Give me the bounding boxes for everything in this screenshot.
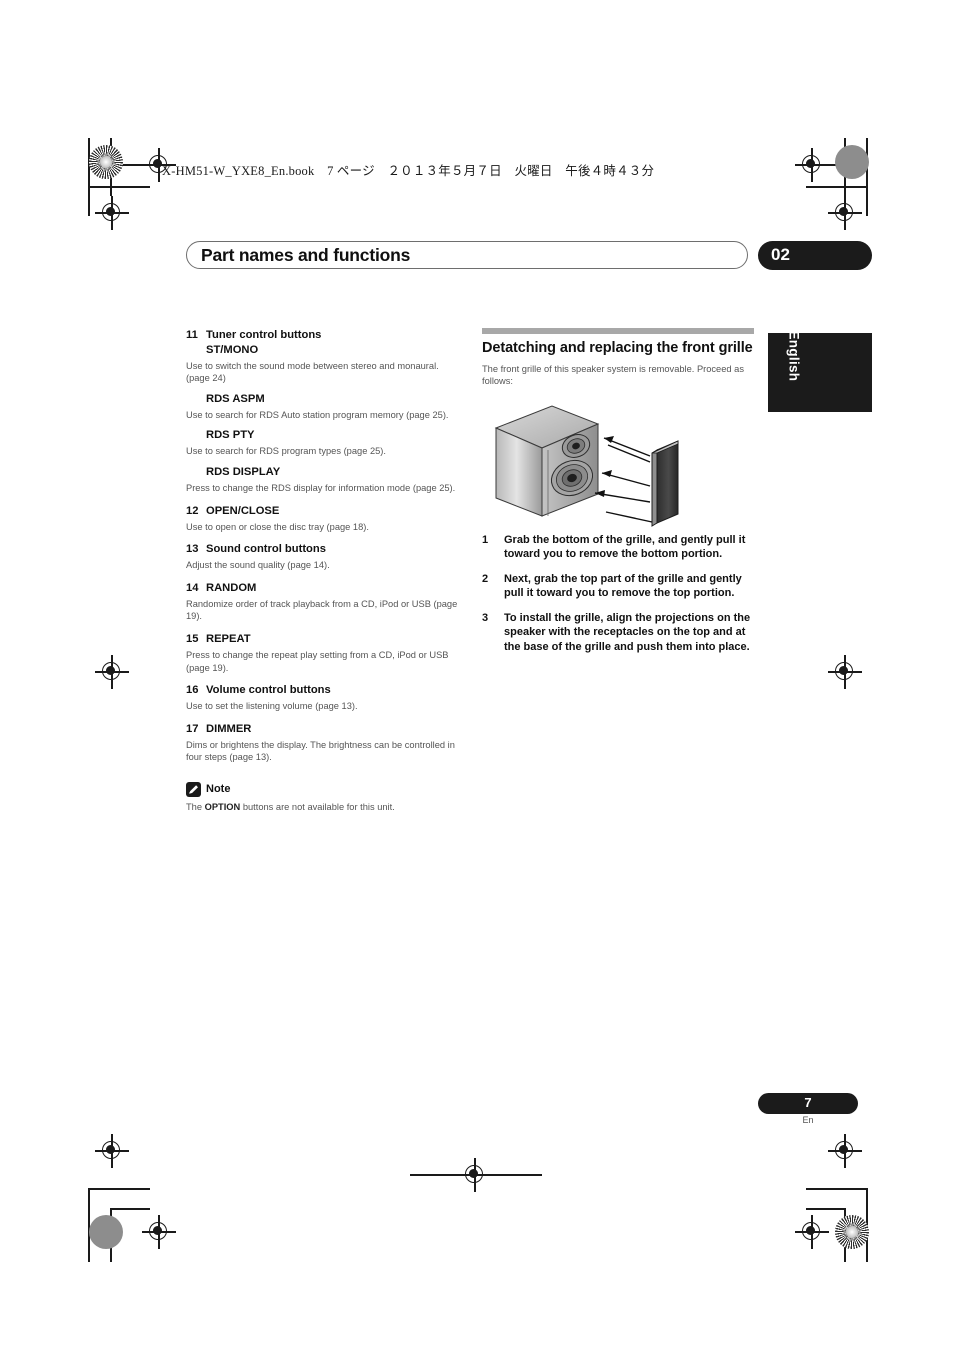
item-title: Volume control buttons: [206, 684, 331, 697]
item-heading: 13 Sound control buttons: [186, 542, 458, 557]
item-subheading: ST/MONO: [206, 343, 259, 356]
page-number-badge: 7: [758, 1093, 858, 1114]
note-block-header: Note: [186, 781, 458, 797]
note-text-after: buttons are not available for this unit.: [240, 801, 395, 812]
density-dot-target: [89, 1215, 123, 1249]
registration-mark: [95, 1134, 129, 1168]
item-body: Randomize order of track playback from a…: [186, 598, 458, 622]
item-subheading: RDS ASPM: [206, 392, 265, 405]
step-text: Next, grab the top part of the grille an…: [504, 572, 742, 600]
item-body: Use to search for RDS Auto station progr…: [186, 409, 449, 420]
item-body: Dims or brightens the display. The brigh…: [186, 739, 455, 763]
item-body: Use to open or close the disc tray (page…: [186, 521, 369, 532]
crop-mark-line: [88, 1188, 150, 1190]
speaker-grille-illustration: [482, 398, 754, 533]
chapter-number: 02: [771, 245, 790, 264]
item-number: 17: [186, 722, 199, 735]
step-number: 2: [482, 572, 489, 585]
registration-mark: [95, 196, 129, 230]
item-number: 15: [186, 632, 199, 645]
item-heading: 14 RANDOM: [186, 581, 458, 596]
item-heading: 15 REPEAT: [186, 632, 458, 647]
page-language-code: En: [802, 1115, 814, 1125]
note-label: Note: [206, 783, 231, 796]
item-number: 16: [186, 684, 199, 697]
item-number: 11: [186, 329, 198, 341]
item-body: Use to set the listening volume (page 13…: [186, 701, 358, 712]
chapter-number-badge: 02: [758, 241, 872, 270]
registration-mark: [828, 655, 862, 689]
right-content-column: Detatching and replacing the front grill…: [482, 328, 754, 664]
instruction-step: 3 To install the grille, align the proje…: [482, 611, 754, 655]
item-heading: 11 Tuner control buttons: [186, 328, 458, 343]
item-number: 14: [186, 581, 199, 594]
chapter-title-bar: Part names and functions: [186, 241, 748, 269]
item-title: REPEAT: [206, 632, 251, 645]
crop-mark-line: [806, 1208, 846, 1210]
registration-mark: [828, 1134, 862, 1168]
halftone-star-target: [89, 145, 123, 179]
halftone-star-target: [835, 1215, 869, 1249]
note-text: The OPTION buttons are not available for…: [186, 801, 458, 814]
registration-mark: [795, 1215, 829, 1249]
registration-mark: [142, 1215, 176, 1249]
note-text-bold: OPTION: [204, 801, 241, 812]
book-file-header: X-HM51-W_YXE8_En.book 7 ページ ２０１３年５月７日 火曜…: [162, 164, 655, 178]
list-item: 17 DIMMER Dims or brightens the display.…: [186, 722, 458, 764]
language-side-tab: English: [768, 330, 872, 412]
page-number: 7: [804, 1095, 812, 1110]
item-title: Tuner control buttons: [206, 329, 322, 341]
list-item: 16 Volume control buttons Use to set the…: [186, 683, 458, 713]
list-item: 15 REPEAT Press to change the repeat pla…: [186, 632, 458, 674]
left-content-column: 11 Tuner control buttons ST/MONO Use to …: [186, 328, 458, 813]
item-title: RANDOM: [206, 581, 257, 594]
instruction-step: 1 Grab the bottom of the grille, and gen…: [482, 533, 754, 562]
item-heading: 17 DIMMER: [186, 722, 458, 737]
list-item: 11 Tuner control buttons ST/MONO Use to …: [186, 328, 458, 495]
item-number: 13: [186, 543, 199, 556]
item-subheading: RDS DISPLAY: [206, 465, 281, 478]
crop-mark-line: [492, 1174, 542, 1176]
registration-mark: [458, 1158, 492, 1192]
section-intro: The front grille of this speaker system …: [482, 363, 744, 387]
note-pencil-icon: [186, 781, 201, 797]
registration-mark: [828, 196, 862, 230]
list-item: 13 Sound control buttons Adjust the soun…: [186, 542, 458, 572]
instruction-step: 2 Next, grab the top part of the grille …: [482, 572, 754, 601]
step-text: Grab the bottom of the grille, and gentl…: [504, 533, 746, 561]
item-number: 12: [186, 504, 199, 517]
item-heading: 16 Volume control buttons: [186, 683, 458, 698]
crop-mark-line: [88, 186, 150, 188]
registration-mark: [95, 655, 129, 689]
item-title: OPEN/CLOSE: [206, 504, 280, 517]
item-body: Press to change the repeat play setting …: [186, 649, 449, 673]
list-item: 14 RANDOM Randomize order of track playb…: [186, 581, 458, 623]
section-rule: [482, 328, 754, 334]
item-subheading: RDS PTY: [206, 429, 255, 442]
item-body: Use to switch the sound mode between ste…: [186, 360, 439, 384]
crop-mark-line: [806, 1188, 868, 1190]
crop-mark-line: [866, 138, 868, 216]
crop-mark-line: [806, 186, 868, 188]
item-body: Adjust the sound quality (page 14).: [186, 560, 330, 571]
registration-mark: [795, 148, 829, 182]
crop-mark-line: [110, 1208, 150, 1210]
page-title: Part names and functions: [201, 245, 411, 265]
item-heading: 12 OPEN/CLOSE: [186, 504, 458, 519]
crop-mark-line: [410, 1174, 460, 1176]
density-dot-target: [835, 145, 869, 179]
note-text-before: The: [186, 801, 205, 812]
step-text: To install the grille, align the project…: [504, 611, 751, 653]
language-side-tab-label: English: [786, 330, 802, 382]
item-title: Sound control buttons: [206, 543, 326, 556]
section-title: Detatching and replacing the front grill…: [482, 340, 753, 356]
crop-mark-line: [88, 138, 90, 216]
step-number: 1: [482, 533, 489, 546]
list-item: 12 OPEN/CLOSE Use to open or close the d…: [186, 504, 458, 534]
step-number: 3: [482, 611, 489, 624]
item-body: Use to search for RDS program types (pag…: [186, 446, 386, 457]
item-title: DIMMER: [206, 722, 252, 735]
item-body: Press to change the RDS display for info…: [186, 483, 456, 493]
